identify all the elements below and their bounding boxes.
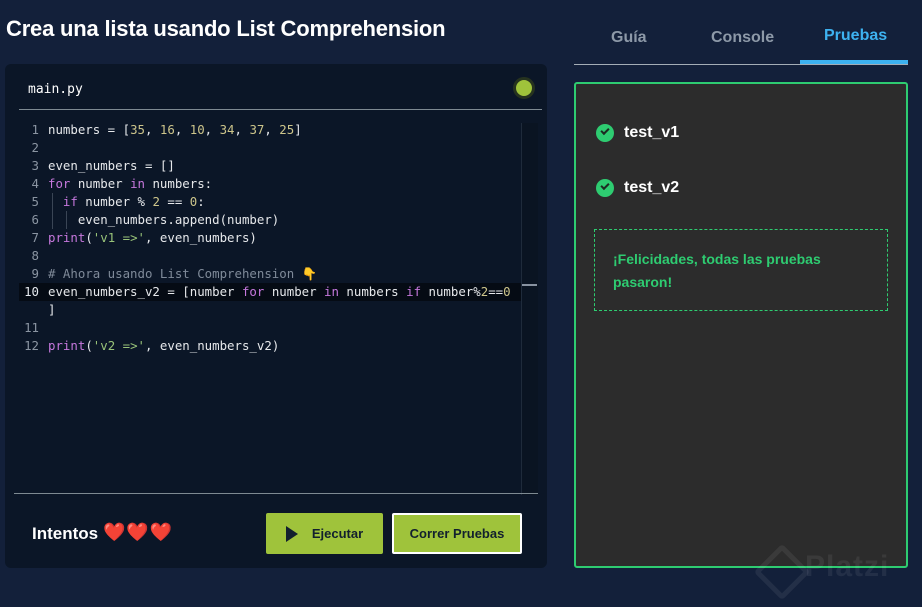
line-number: 11 xyxy=(24,320,39,335)
code-line[interactable]: 6 even_numbers.append(number) xyxy=(19,211,529,229)
line-text: if number % 2 == 0: xyxy=(62,194,205,209)
editor-scrollbar[interactable] xyxy=(521,123,538,495)
test-name: test_v1 xyxy=(624,124,680,141)
code-line[interactable]: 5 if number % 2 == 0: xyxy=(19,193,529,211)
line-text: for number in numbers: xyxy=(48,176,213,191)
line-text: print('v2 =>', even_numbers_v2) xyxy=(48,338,280,353)
code-line[interactable]: 11 xyxy=(19,319,529,337)
test-item-v1: test_v1 xyxy=(596,124,679,142)
hearts-icon: ❤️❤️❤️ xyxy=(103,522,174,542)
line-number: 4 xyxy=(31,176,39,191)
footer-divider xyxy=(14,493,538,494)
line-number: 12 xyxy=(24,338,39,353)
tab-guia[interactable]: Guía xyxy=(611,29,647,47)
code-line[interactable]: ] xyxy=(19,301,529,319)
line-number: 10 xyxy=(24,284,39,299)
panel-tabs: Guía Console Pruebas xyxy=(574,14,908,65)
code-line[interactable]: 3 even_numbers = [] xyxy=(19,157,529,175)
code-line[interactable]: 10 even_numbers_v2 = [number for number i… xyxy=(19,283,529,301)
code-area[interactable]: 1 numbers = [35, 16, 10, 34, 37, 25] 2 3 eve… xyxy=(19,121,529,493)
line-text: numbers = [35, 16, 10, 34, 37, 25] xyxy=(48,122,302,137)
line-number: 6 xyxy=(31,212,39,227)
line-text: ] xyxy=(48,302,56,317)
test-item-v2: test_v2 xyxy=(596,179,679,197)
line-number: 1 xyxy=(31,122,39,137)
file-tab-main-py[interactable]: main.py xyxy=(28,82,83,97)
code-line[interactable]: 2 xyxy=(19,139,529,157)
line-text: even_numbers = [] xyxy=(48,158,175,173)
active-tab-indicator xyxy=(800,60,908,64)
code-line[interactable]: 12 print('v2 =>', even_numbers_v2) xyxy=(19,337,529,355)
check-circle-icon xyxy=(596,179,614,197)
line-number: 9 xyxy=(31,266,39,281)
test-results-panel: test_v1 test_v2 ¡Felicidades, todas las … xyxy=(574,82,908,568)
line-number: 3 xyxy=(31,158,39,173)
run-tests-button-label: Correr Pruebas xyxy=(409,526,505,541)
editor-tabbar: main.py xyxy=(19,64,542,110)
line-text: print('v1 =>', even_numbers) xyxy=(48,230,257,245)
code-line[interactable]: 9 # Ahora usando List Comprehension 👇 xyxy=(19,265,529,283)
success-message: ¡Felicidades, todas las pruebas pasaron! xyxy=(594,229,888,311)
code-line[interactable]: 4 for number in numbers: xyxy=(19,175,529,193)
tab-pruebas[interactable]: Pruebas xyxy=(824,27,887,45)
line-text: even_numbers_v2 = [number for number in … xyxy=(48,284,511,299)
run-tests-button[interactable]: Correr Pruebas xyxy=(392,513,522,554)
scrollbar-cursor-marker xyxy=(522,284,537,286)
line-text: even_numbers.append(number) xyxy=(48,212,280,227)
code-line[interactable]: 1 numbers = [35, 16, 10, 34, 37, 25] xyxy=(19,121,529,139)
line-text: # Ahora usando List Comprehension 👇 xyxy=(48,266,318,281)
line-number: 5 xyxy=(31,194,39,209)
play-icon xyxy=(285,525,298,542)
line-number: 8 xyxy=(31,248,39,263)
tab-console[interactable]: Console xyxy=(711,29,774,47)
check-circle-icon xyxy=(596,124,614,142)
watermark: Platzi xyxy=(805,550,890,583)
attempts-label: Intentos xyxy=(32,524,99,543)
status-dot-icon xyxy=(513,77,535,99)
code-line[interactable]: 7 print('v1 =>', even_numbers) xyxy=(19,229,529,247)
run-button-label: Ejecutar xyxy=(311,526,364,541)
page-title: Crea una lista usando List Comprehension xyxy=(6,16,446,41)
code-editor[interactable]: main.py 1 numbers = [35, 16, 10, 34, 37, … xyxy=(5,64,547,568)
line-number: 7 xyxy=(31,230,39,245)
run-button[interactable]: Ejecutar xyxy=(266,513,383,554)
code-line[interactable]: 8 xyxy=(19,247,529,265)
test-name: test_v2 xyxy=(624,179,680,196)
line-number: 2 xyxy=(31,140,39,155)
